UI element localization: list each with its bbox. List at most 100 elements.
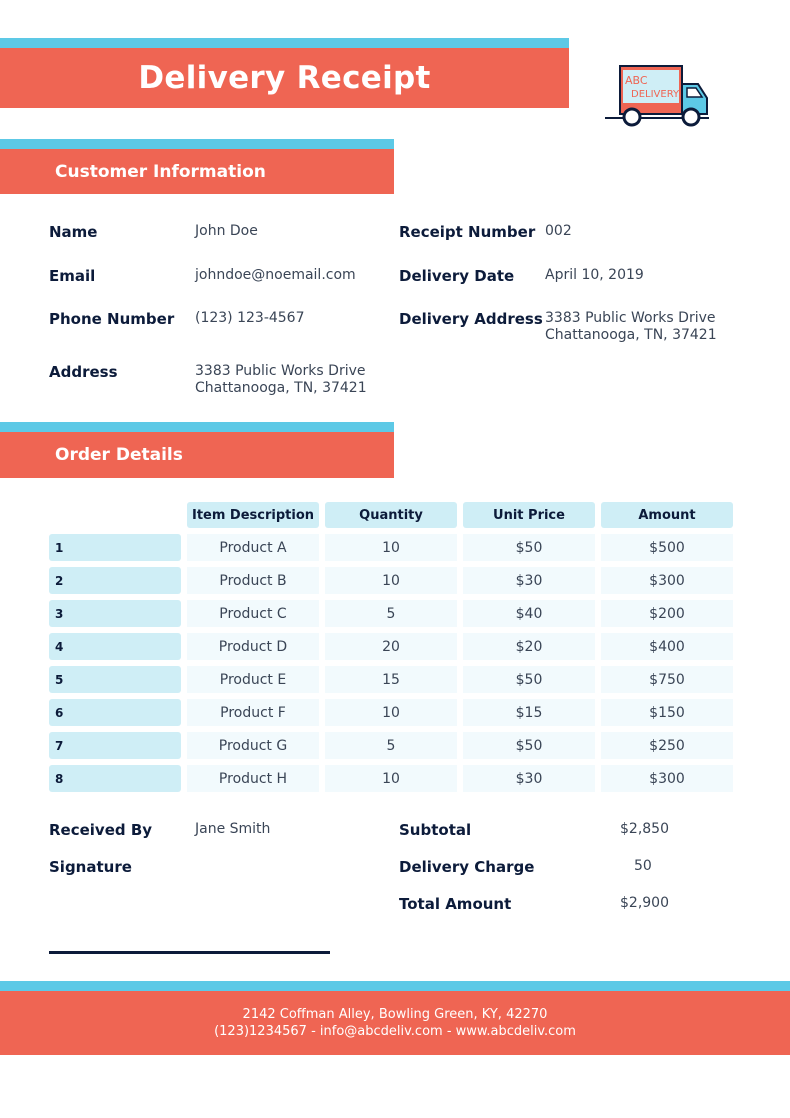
table-row: 1 Product A 10 $50 $500: [49, 534, 733, 561]
item-unit-price: $50: [463, 732, 595, 759]
item-quantity: 10: [325, 699, 457, 726]
column-header-quantity: Quantity: [325, 502, 457, 528]
table-row: 7 Product G 5 $50 $250: [49, 732, 733, 759]
delivery-charge-value: 50: [634, 858, 652, 874]
address-label: Address: [49, 363, 118, 381]
column-header-unit-price: Unit Price: [463, 502, 595, 528]
delivery-address-line2: Chattanooga, TN, 37421: [545, 327, 717, 343]
logo-text-line2: DELIVERY: [631, 89, 680, 100]
table-row: 3 Product C 5 $40 $200: [49, 600, 733, 627]
item-quantity: 20: [325, 633, 457, 660]
delivery-charge-label: Delivery Charge: [399, 858, 535, 876]
page-title: Delivery Receipt: [138, 60, 431, 96]
subtotal-value: $2,850: [620, 821, 669, 837]
phone-label: Phone Number: [49, 310, 175, 328]
order-details-banner: Order Details: [0, 422, 394, 478]
item-quantity: 10: [325, 534, 457, 561]
item-unit-price: $30: [463, 567, 595, 594]
table-row: 5 Product E 15 $50 $750: [49, 666, 733, 693]
address-line2: Chattanooga, TN, 37421: [195, 380, 367, 396]
row-number: 3: [49, 600, 181, 627]
item-amount: $400: [601, 633, 733, 660]
item-amount: $250: [601, 732, 733, 759]
customer-info-banner: Customer Information: [0, 139, 394, 194]
column-header-item: Item Description: [187, 502, 319, 528]
delivery-address-label: Delivery Address: [399, 310, 543, 328]
customer-info-heading: Customer Information: [55, 161, 266, 182]
row-number: 1: [49, 534, 181, 561]
item-quantity: 5: [325, 732, 457, 759]
delivery-address-line1: 3383 Public Works Drive: [545, 310, 716, 326]
table-row: 8 Product H 10 $30 $300: [49, 765, 733, 792]
delivery-truck-logo: ABC DELIVERY: [605, 65, 709, 127]
table-row: 4 Product D 20 $20 $400: [49, 633, 733, 660]
order-items-table: Item Description Quantity Unit Price Amo…: [43, 496, 739, 798]
address-line1: 3383 Public Works Drive: [195, 363, 366, 379]
item-unit-price: $50: [463, 666, 595, 693]
title-banner: Delivery Receipt: [0, 38, 569, 108]
table-header-blank: [49, 502, 181, 528]
row-number: 5: [49, 666, 181, 693]
logo-text-line1: ABC: [625, 74, 648, 87]
item-quantity: 5: [325, 600, 457, 627]
column-header-amount: Amount: [601, 502, 733, 528]
item-description: Product G: [187, 732, 319, 759]
order-details-heading: Order Details: [55, 445, 183, 465]
customer-info-strip: [0, 139, 394, 149]
received-by-label: Received By: [49, 821, 153, 839]
item-unit-price: $30: [463, 765, 595, 792]
receipt-number-label: Receipt Number: [399, 223, 536, 241]
item-unit-price: $20: [463, 633, 595, 660]
delivery-address-value: 3383 Public Works Drive Chattanooga, TN,…: [545, 310, 717, 344]
item-amount: $300: [601, 567, 733, 594]
receipt-number-value: 002: [545, 223, 572, 239]
delivery-date-label: Delivery Date: [399, 267, 515, 285]
order-details-strip: [0, 422, 394, 432]
row-number: 7: [49, 732, 181, 759]
item-amount: $300: [601, 765, 733, 792]
footer-contact-line: (123)1234567 - info@abcdeliv.com - www.a…: [214, 1024, 576, 1039]
delivery-date-value: April 10, 2019: [545, 267, 644, 283]
item-description: Product D: [187, 633, 319, 660]
table-row: 2 Product B 10 $30 $300: [49, 567, 733, 594]
item-description: Product A: [187, 534, 319, 561]
row-number: 4: [49, 633, 181, 660]
item-quantity: 10: [325, 567, 457, 594]
item-amount: $150: [601, 699, 733, 726]
address-value: 3383 Public Works Drive Chattanooga, TN,…: [195, 363, 367, 397]
total-amount-label: Total Amount: [399, 895, 512, 913]
item-amount: $500: [601, 534, 733, 561]
item-description: Product B: [187, 567, 319, 594]
email-value: johndoe@noemail.com: [195, 267, 356, 283]
item-unit-price: $40: [463, 600, 595, 627]
title-banner-strip: [0, 38, 569, 48]
table-row: 6 Product F 10 $15 $150: [49, 699, 733, 726]
footer-address: 2142 Coffman Alley, Bowling Green, KY, 4…: [242, 1007, 548, 1022]
signature-line: [49, 951, 330, 954]
received-by-value: Jane Smith: [195, 821, 271, 837]
item-amount: $200: [601, 600, 733, 627]
row-number: 8: [49, 765, 181, 792]
footer-contact: 2142 Coffman Alley, Bowling Green, KY, 4…: [0, 991, 790, 1055]
truck-rear-wheel: [622, 107, 642, 127]
table-header-row: Item Description Quantity Unit Price Amo…: [49, 502, 733, 528]
email-label: Email: [49, 267, 96, 285]
item-description: Product F: [187, 699, 319, 726]
name-label: Name: [49, 223, 98, 241]
footer-banner: 2142 Coffman Alley, Bowling Green, KY, 4…: [0, 981, 790, 1055]
total-amount-value: $2,900: [620, 895, 669, 911]
footer-strip: [0, 981, 790, 991]
row-number: 6: [49, 699, 181, 726]
item-quantity: 10: [325, 765, 457, 792]
row-number: 2: [49, 567, 181, 594]
truck-front-wheel: [681, 107, 701, 127]
subtotal-label: Subtotal: [399, 821, 472, 839]
signature-label: Signature: [49, 858, 132, 876]
item-description: Product C: [187, 600, 319, 627]
item-quantity: 15: [325, 666, 457, 693]
item-unit-price: $50: [463, 534, 595, 561]
item-unit-price: $15: [463, 699, 595, 726]
item-description: Product H: [187, 765, 319, 792]
name-value: John Doe: [195, 223, 258, 239]
item-amount: $750: [601, 666, 733, 693]
